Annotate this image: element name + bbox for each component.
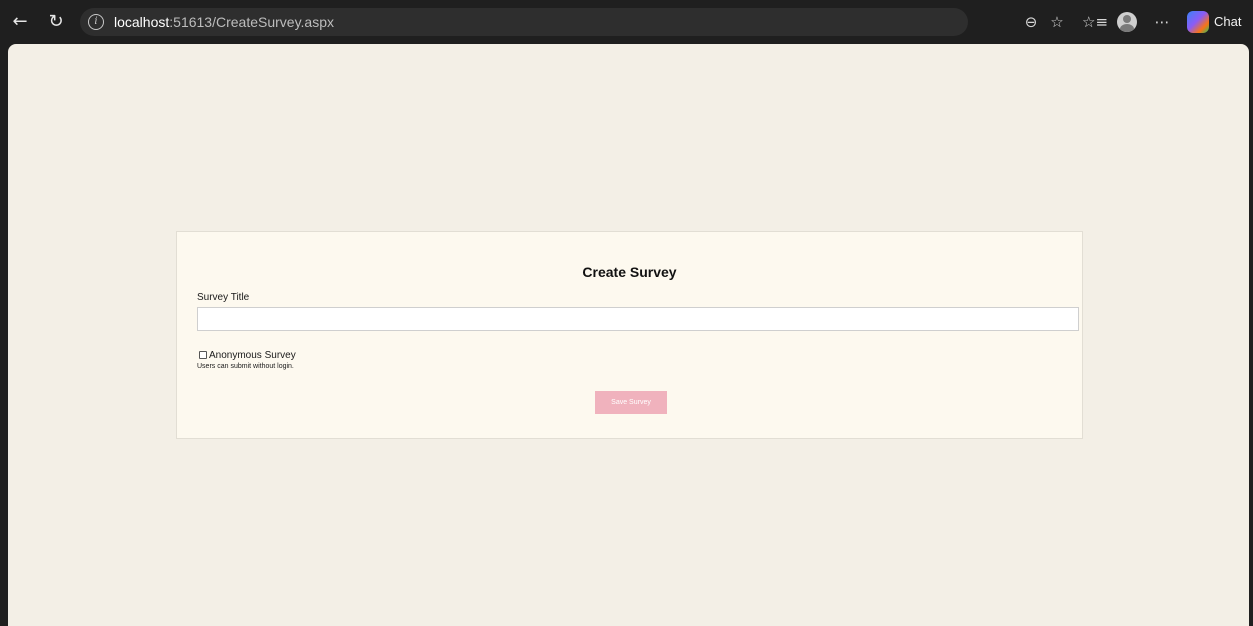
chat-button[interactable]: Chat	[1214, 14, 1241, 30]
browser-toolbar: ← ↻ i localhost:51613/CreateSurvey.aspx …	[0, 0, 1253, 44]
create-survey-form: Create Survey Survey Title Anonymous Sur…	[176, 231, 1083, 439]
save-survey-button[interactable]: Save Survey	[595, 391, 667, 414]
anonymous-help-text: Users can submit without login.	[197, 363, 294, 370]
back-arrow-icon[interactable]: ←	[8, 10, 32, 34]
survey-title-input[interactable]	[197, 307, 1079, 331]
info-icon[interactable]: i	[88, 14, 104, 30]
anonymous-checkbox[interactable]	[199, 351, 207, 359]
copilot-icon[interactable]	[1187, 11, 1209, 33]
profile-avatar-icon[interactable]	[1117, 12, 1137, 32]
url-host: localhost	[114, 14, 170, 30]
address-bar[interactable]: i localhost:51613/CreateSurvey.aspx	[80, 8, 968, 36]
page-viewport: Create Survey Survey Title Anonymous Sur…	[8, 44, 1249, 626]
page-title: Create Survey	[582, 264, 677, 280]
favorites-list-icon[interactable]: ☆≡	[1082, 10, 1108, 34]
star-icon[interactable]: ☆	[1046, 10, 1068, 34]
zoom-out-icon[interactable]: ⊖	[1020, 10, 1042, 34]
more-options-icon[interactable]: ⋯	[1151, 10, 1173, 34]
anonymous-option[interactable]: Anonymous Survey	[199, 349, 296, 361]
url-text[interactable]: localhost:51613/CreateSurvey.aspx	[114, 14, 334, 30]
survey-title-label: Survey Title	[197, 292, 250, 303]
refresh-icon[interactable]: ↻	[44, 10, 68, 34]
url-path: :51613/CreateSurvey.aspx	[169, 14, 334, 30]
anonymous-label[interactable]: Anonymous Survey	[209, 350, 296, 361]
